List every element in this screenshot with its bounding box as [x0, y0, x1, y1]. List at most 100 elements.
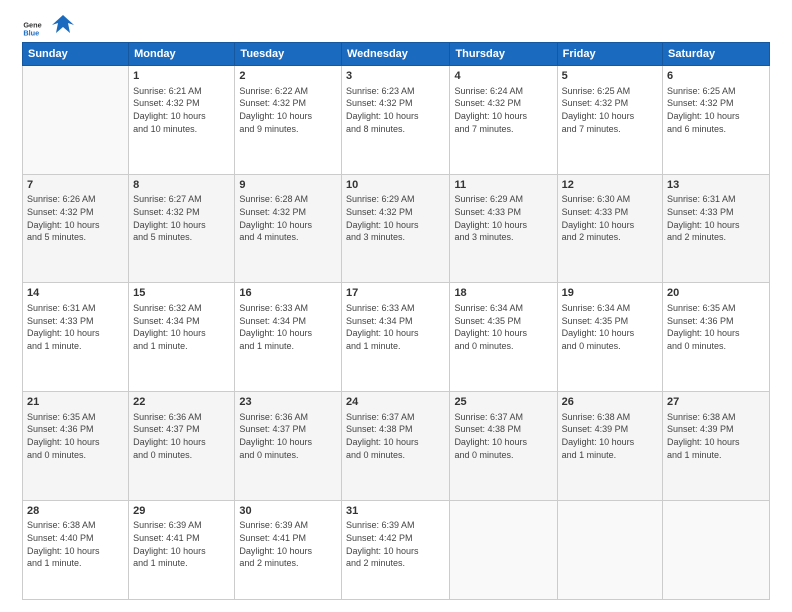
day-number: 22 [133, 395, 230, 410]
table-row: 27Sunrise: 6:38 AM Sunset: 4:39 PM Dayli… [663, 391, 770, 500]
logo: General Blue [22, 18, 74, 38]
table-row: 17Sunrise: 6:33 AM Sunset: 4:34 PM Dayli… [341, 283, 449, 392]
table-row [23, 66, 129, 175]
day-info: Sunrise: 6:34 AM Sunset: 4:35 PM Dayligh… [454, 302, 552, 352]
day-info: Sunrise: 6:34 AM Sunset: 4:35 PM Dayligh… [562, 302, 658, 352]
day-number: 11 [454, 178, 552, 193]
table-row: 4Sunrise: 6:24 AM Sunset: 4:32 PM Daylig… [450, 66, 557, 175]
table-row: 30Sunrise: 6:39 AM Sunset: 4:41 PM Dayli… [235, 500, 342, 599]
table-row: 15Sunrise: 6:32 AM Sunset: 4:34 PM Dayli… [129, 283, 235, 392]
table-row: 1Sunrise: 6:21 AM Sunset: 4:32 PM Daylig… [129, 66, 235, 175]
day-number: 24 [346, 395, 445, 410]
day-info: Sunrise: 6:36 AM Sunset: 4:37 PM Dayligh… [133, 411, 230, 461]
weekday-header-row: Sunday Monday Tuesday Wednesday Thursday… [23, 43, 770, 66]
table-row: 7Sunrise: 6:26 AM Sunset: 4:32 PM Daylig… [23, 174, 129, 283]
day-number: 12 [562, 178, 658, 193]
table-row [557, 500, 662, 599]
day-info: Sunrise: 6:31 AM Sunset: 4:33 PM Dayligh… [667, 193, 765, 243]
day-info: Sunrise: 6:23 AM Sunset: 4:32 PM Dayligh… [346, 85, 445, 135]
day-info: Sunrise: 6:24 AM Sunset: 4:32 PM Dayligh… [454, 85, 552, 135]
table-row: 5Sunrise: 6:25 AM Sunset: 4:32 PM Daylig… [557, 66, 662, 175]
table-row: 18Sunrise: 6:34 AM Sunset: 4:35 PM Dayli… [450, 283, 557, 392]
day-number: 19 [562, 286, 658, 301]
table-row: 21Sunrise: 6:35 AM Sunset: 4:36 PM Dayli… [23, 391, 129, 500]
day-info: Sunrise: 6:35 AM Sunset: 4:36 PM Dayligh… [667, 302, 765, 352]
table-row: 22Sunrise: 6:36 AM Sunset: 4:37 PM Dayli… [129, 391, 235, 500]
day-info: Sunrise: 6:30 AM Sunset: 4:33 PM Dayligh… [562, 193, 658, 243]
day-info: Sunrise: 6:27 AM Sunset: 4:32 PM Dayligh… [133, 193, 230, 243]
day-number: 6 [667, 69, 765, 84]
day-info: Sunrise: 6:25 AM Sunset: 4:32 PM Dayligh… [562, 85, 658, 135]
table-row: 2Sunrise: 6:22 AM Sunset: 4:32 PM Daylig… [235, 66, 342, 175]
day-number: 9 [239, 178, 337, 193]
day-info: Sunrise: 6:28 AM Sunset: 4:32 PM Dayligh… [239, 193, 337, 243]
day-number: 21 [27, 395, 124, 410]
day-number: 10 [346, 178, 445, 193]
table-row: 26Sunrise: 6:38 AM Sunset: 4:39 PM Dayli… [557, 391, 662, 500]
day-number: 2 [239, 69, 337, 84]
day-info: Sunrise: 6:36 AM Sunset: 4:37 PM Dayligh… [239, 411, 337, 461]
table-row: 16Sunrise: 6:33 AM Sunset: 4:34 PM Dayli… [235, 283, 342, 392]
header-tuesday: Tuesday [235, 43, 342, 66]
day-number: 25 [454, 395, 552, 410]
day-number: 16 [239, 286, 337, 301]
day-number: 17 [346, 286, 445, 301]
day-info: Sunrise: 6:33 AM Sunset: 4:34 PM Dayligh… [239, 302, 337, 352]
day-info: Sunrise: 6:38 AM Sunset: 4:40 PM Dayligh… [27, 519, 124, 569]
table-row: 20Sunrise: 6:35 AM Sunset: 4:36 PM Dayli… [663, 283, 770, 392]
day-info: Sunrise: 6:32 AM Sunset: 4:34 PM Dayligh… [133, 302, 230, 352]
calendar-page: General Blue Sunday Monday Tuesday Wedne… [0, 0, 792, 612]
day-number: 7 [27, 178, 124, 193]
table-row: 31Sunrise: 6:39 AM Sunset: 4:42 PM Dayli… [341, 500, 449, 599]
table-row: 14Sunrise: 6:31 AM Sunset: 4:33 PM Dayli… [23, 283, 129, 392]
svg-text:Blue: Blue [23, 28, 39, 37]
day-number: 1 [133, 69, 230, 84]
header-sunday: Sunday [23, 43, 129, 66]
table-row: 3Sunrise: 6:23 AM Sunset: 4:32 PM Daylig… [341, 66, 449, 175]
day-number: 28 [27, 504, 124, 519]
day-info: Sunrise: 6:38 AM Sunset: 4:39 PM Dayligh… [562, 411, 658, 461]
logo-bird-icon [52, 13, 74, 35]
day-number: 23 [239, 395, 337, 410]
day-number: 18 [454, 286, 552, 301]
header-monday: Monday [129, 43, 235, 66]
day-info: Sunrise: 6:22 AM Sunset: 4:32 PM Dayligh… [239, 85, 337, 135]
day-number: 26 [562, 395, 658, 410]
day-info: Sunrise: 6:35 AM Sunset: 4:36 PM Dayligh… [27, 411, 124, 461]
table-row: 8Sunrise: 6:27 AM Sunset: 4:32 PM Daylig… [129, 174, 235, 283]
table-row: 12Sunrise: 6:30 AM Sunset: 4:33 PM Dayli… [557, 174, 662, 283]
day-number: 31 [346, 504, 445, 519]
table-row [663, 500, 770, 599]
calendar-table: Sunday Monday Tuesday Wednesday Thursday… [22, 42, 770, 600]
table-row: 28Sunrise: 6:38 AM Sunset: 4:40 PM Dayli… [23, 500, 129, 599]
table-row: 23Sunrise: 6:36 AM Sunset: 4:37 PM Dayli… [235, 391, 342, 500]
header: General Blue [22, 18, 770, 38]
table-row [450, 500, 557, 599]
day-info: Sunrise: 6:26 AM Sunset: 4:32 PM Dayligh… [27, 193, 124, 243]
day-info: Sunrise: 6:39 AM Sunset: 4:41 PM Dayligh… [239, 519, 337, 569]
table-row: 13Sunrise: 6:31 AM Sunset: 4:33 PM Dayli… [663, 174, 770, 283]
day-number: 29 [133, 504, 230, 519]
table-row: 19Sunrise: 6:34 AM Sunset: 4:35 PM Dayli… [557, 283, 662, 392]
day-info: Sunrise: 6:37 AM Sunset: 4:38 PM Dayligh… [454, 411, 552, 461]
day-info: Sunrise: 6:39 AM Sunset: 4:41 PM Dayligh… [133, 519, 230, 569]
header-wednesday: Wednesday [341, 43, 449, 66]
day-number: 14 [27, 286, 124, 301]
day-info: Sunrise: 6:29 AM Sunset: 4:32 PM Dayligh… [346, 193, 445, 243]
day-info: Sunrise: 6:39 AM Sunset: 4:42 PM Dayligh… [346, 519, 445, 569]
day-number: 20 [667, 286, 765, 301]
day-info: Sunrise: 6:31 AM Sunset: 4:33 PM Dayligh… [27, 302, 124, 352]
day-info: Sunrise: 6:29 AM Sunset: 4:33 PM Dayligh… [454, 193, 552, 243]
table-row: 9Sunrise: 6:28 AM Sunset: 4:32 PM Daylig… [235, 174, 342, 283]
table-row: 24Sunrise: 6:37 AM Sunset: 4:38 PM Dayli… [341, 391, 449, 500]
table-row: 29Sunrise: 6:39 AM Sunset: 4:41 PM Dayli… [129, 500, 235, 599]
day-number: 8 [133, 178, 230, 193]
day-number: 27 [667, 395, 765, 410]
day-info: Sunrise: 6:33 AM Sunset: 4:34 PM Dayligh… [346, 302, 445, 352]
table-row: 10Sunrise: 6:29 AM Sunset: 4:32 PM Dayli… [341, 174, 449, 283]
table-row: 6Sunrise: 6:25 AM Sunset: 4:32 PM Daylig… [663, 66, 770, 175]
header-thursday: Thursday [450, 43, 557, 66]
day-info: Sunrise: 6:38 AM Sunset: 4:39 PM Dayligh… [667, 411, 765, 461]
day-info: Sunrise: 6:21 AM Sunset: 4:32 PM Dayligh… [133, 85, 230, 135]
day-number: 30 [239, 504, 337, 519]
